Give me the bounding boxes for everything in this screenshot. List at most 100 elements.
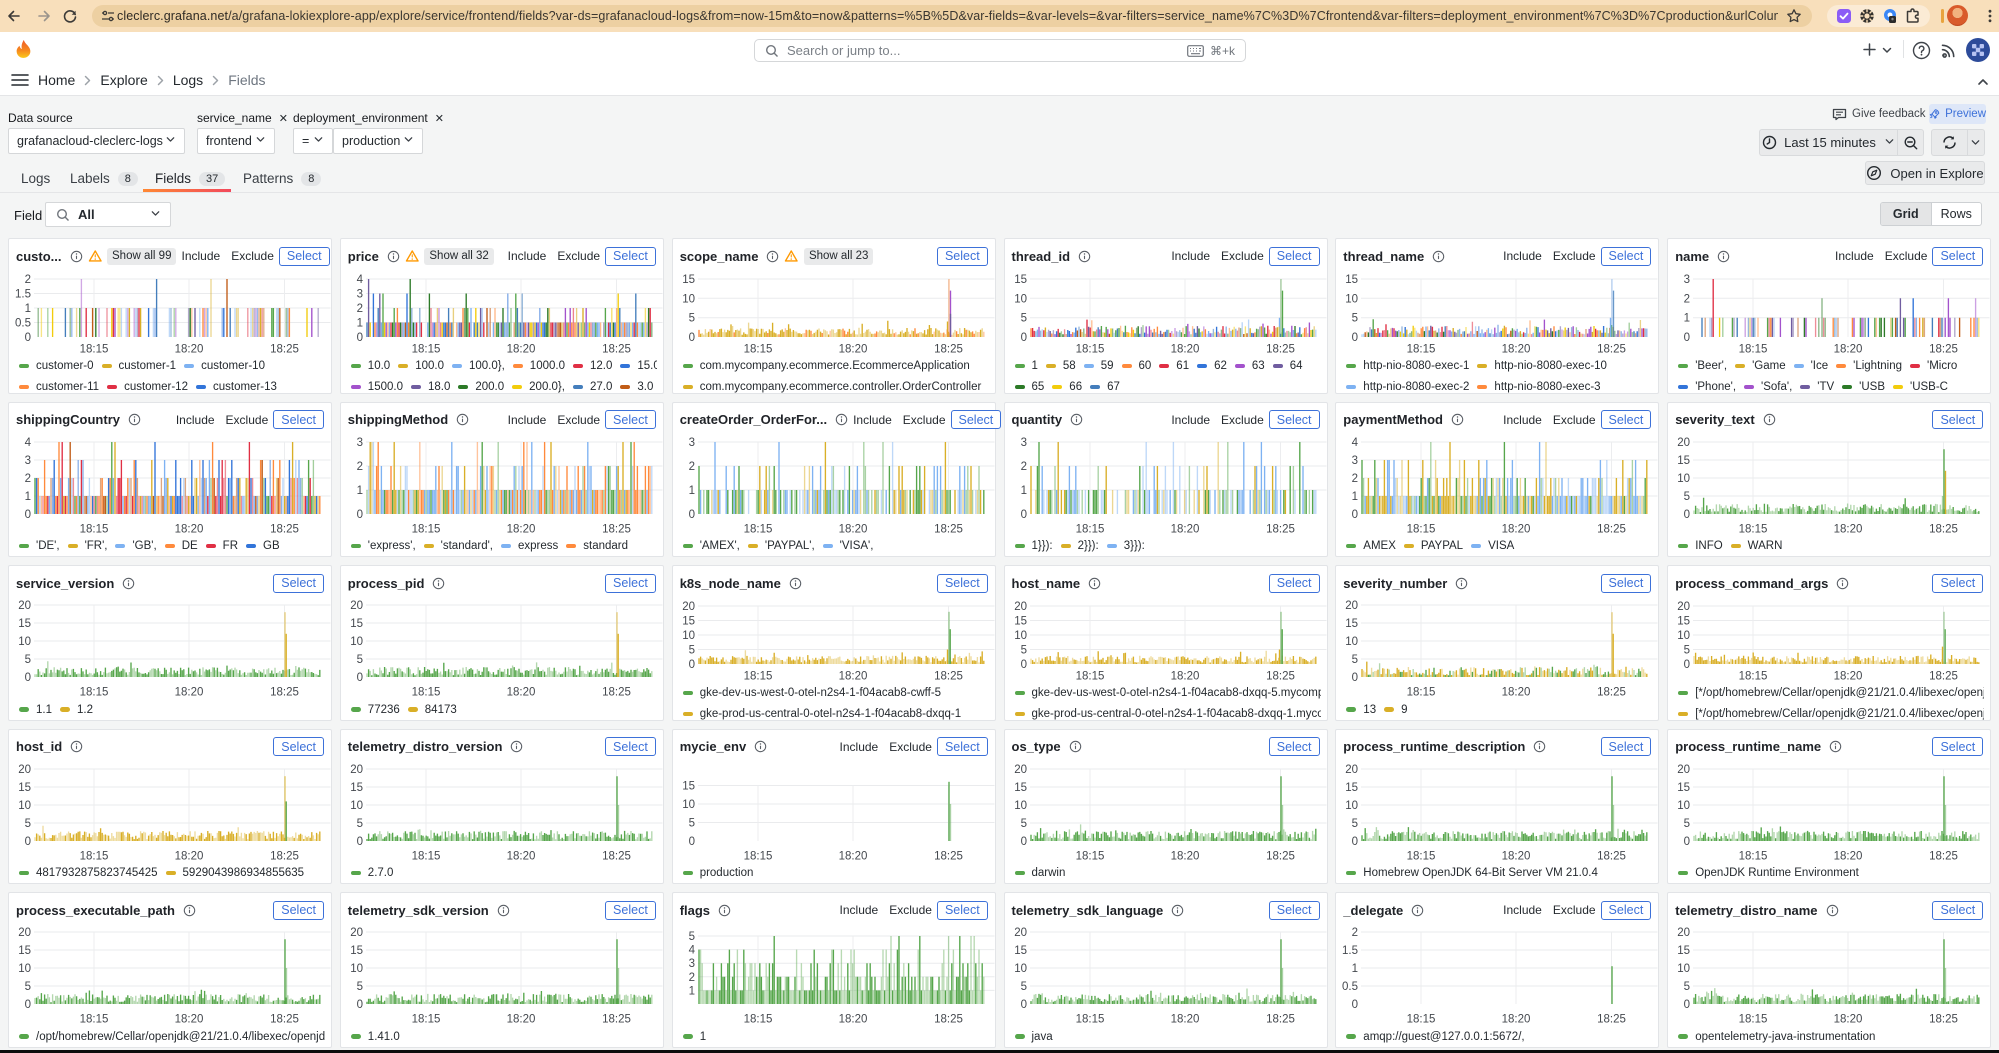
svg-text:0: 0 bbox=[25, 672, 31, 684]
svg-text:5: 5 bbox=[356, 981, 362, 993]
svg-text:0: 0 bbox=[356, 999, 362, 1011]
svg-text:20: 20 bbox=[350, 600, 363, 612]
svg-text:18:25: 18:25 bbox=[1266, 850, 1295, 862]
svg-text:18:25: 18:25 bbox=[1266, 671, 1295, 683]
svg-text:15: 15 bbox=[1346, 274, 1359, 286]
svg-text:18:15: 18:15 bbox=[743, 850, 772, 862]
svg-text:2: 2 bbox=[1020, 461, 1026, 473]
svg-text:10: 10 bbox=[1014, 800, 1027, 812]
svg-text:20: 20 bbox=[682, 601, 695, 613]
svg-text:18:20: 18:20 bbox=[175, 850, 204, 862]
svg-text:3: 3 bbox=[1684, 274, 1690, 286]
svg-text:5: 5 bbox=[1352, 818, 1358, 830]
svg-text:18:20: 18:20 bbox=[1170, 523, 1199, 535]
svg-text:3: 3 bbox=[1352, 455, 1358, 467]
svg-text:18:20: 18:20 bbox=[838, 344, 867, 356]
svg-text:18:15: 18:15 bbox=[411, 523, 440, 535]
svg-text:10: 10 bbox=[1677, 800, 1690, 812]
svg-text:18:15: 18:15 bbox=[1075, 344, 1104, 356]
svg-text:1: 1 bbox=[1020, 485, 1026, 497]
svg-text:0: 0 bbox=[1352, 509, 1358, 521]
svg-text:20: 20 bbox=[1677, 764, 1690, 776]
svg-text:1: 1 bbox=[1352, 491, 1358, 503]
svg-text:0: 0 bbox=[356, 509, 362, 521]
svg-text:20: 20 bbox=[1014, 601, 1027, 613]
svg-text:2: 2 bbox=[356, 303, 362, 315]
svg-text:18:25: 18:25 bbox=[270, 687, 299, 699]
svg-text:18:25: 18:25 bbox=[602, 1014, 631, 1026]
svg-text:15: 15 bbox=[1346, 618, 1359, 630]
svg-text:18:25: 18:25 bbox=[934, 850, 963, 862]
svg-text:18:20: 18:20 bbox=[1502, 523, 1531, 535]
svg-text:18:15: 18:15 bbox=[411, 344, 440, 356]
svg-text:0: 0 bbox=[356, 332, 362, 344]
svg-text:0: 0 bbox=[1684, 999, 1690, 1011]
svg-text:15: 15 bbox=[1677, 782, 1690, 794]
svg-text:0: 0 bbox=[1020, 836, 1026, 848]
svg-text:2: 2 bbox=[25, 274, 31, 286]
svg-text:18:20: 18:20 bbox=[838, 671, 867, 683]
svg-text:18:20: 18:20 bbox=[1834, 671, 1863, 683]
svg-text:18:25: 18:25 bbox=[934, 671, 963, 683]
svg-text:18:15: 18:15 bbox=[1075, 523, 1104, 535]
svg-text:10: 10 bbox=[350, 800, 363, 812]
svg-text:18:25: 18:25 bbox=[1929, 850, 1958, 862]
svg-text:5: 5 bbox=[25, 654, 31, 666]
svg-text:18:25: 18:25 bbox=[1929, 523, 1958, 535]
svg-text:0: 0 bbox=[356, 672, 362, 684]
svg-text:18:25: 18:25 bbox=[1597, 687, 1626, 699]
svg-text:3: 3 bbox=[25, 455, 31, 467]
svg-text:0: 0 bbox=[25, 332, 31, 344]
svg-text:18:20: 18:20 bbox=[838, 850, 867, 862]
svg-text:18:15: 18:15 bbox=[80, 1014, 109, 1026]
svg-text:0: 0 bbox=[1684, 836, 1690, 848]
svg-text:18:20: 18:20 bbox=[1170, 671, 1199, 683]
svg-text:1: 1 bbox=[1352, 963, 1358, 975]
svg-text:18:15: 18:15 bbox=[1407, 687, 1436, 699]
svg-text:1.5: 1.5 bbox=[15, 289, 31, 301]
svg-text:15: 15 bbox=[1014, 616, 1027, 628]
svg-text:18:25: 18:25 bbox=[1929, 344, 1958, 356]
svg-text:5: 5 bbox=[1684, 491, 1690, 503]
svg-text:4: 4 bbox=[25, 437, 32, 449]
svg-text:18:25: 18:25 bbox=[270, 344, 299, 356]
svg-text:15: 15 bbox=[18, 782, 31, 794]
svg-text:10: 10 bbox=[350, 636, 363, 648]
svg-text:10: 10 bbox=[18, 963, 31, 975]
svg-text:5: 5 bbox=[1684, 645, 1690, 657]
svg-text:15: 15 bbox=[1014, 274, 1027, 286]
svg-text:20: 20 bbox=[18, 764, 31, 776]
svg-text:0: 0 bbox=[1684, 659, 1690, 671]
svg-text:0: 0 bbox=[25, 509, 31, 521]
svg-text:0: 0 bbox=[1020, 659, 1026, 671]
svg-text:18:25: 18:25 bbox=[270, 523, 299, 535]
svg-text:3: 3 bbox=[1020, 437, 1026, 449]
svg-text:10: 10 bbox=[682, 293, 695, 305]
svg-text:4: 4 bbox=[688, 945, 695, 957]
svg-text:2: 2 bbox=[1352, 927, 1358, 939]
svg-text:5: 5 bbox=[1352, 313, 1358, 325]
svg-text:1: 1 bbox=[25, 303, 31, 315]
svg-text:20: 20 bbox=[350, 927, 363, 939]
svg-text:18:25: 18:25 bbox=[1266, 344, 1295, 356]
svg-text:18:15: 18:15 bbox=[1075, 850, 1104, 862]
svg-text:10: 10 bbox=[1014, 630, 1027, 642]
svg-text:18:25: 18:25 bbox=[270, 850, 299, 862]
svg-text:18:25: 18:25 bbox=[934, 344, 963, 356]
svg-text:18:20: 18:20 bbox=[506, 344, 535, 356]
svg-text:18:15: 18:15 bbox=[411, 850, 440, 862]
svg-text:5: 5 bbox=[688, 645, 694, 657]
svg-text:18:20: 18:20 bbox=[1502, 1014, 1531, 1026]
svg-text:18:25: 18:25 bbox=[934, 523, 963, 535]
svg-text:18:15: 18:15 bbox=[80, 687, 109, 699]
svg-text:15: 15 bbox=[682, 274, 695, 286]
svg-text:10: 10 bbox=[1014, 963, 1027, 975]
svg-text:10: 10 bbox=[682, 799, 695, 811]
svg-text:0: 0 bbox=[1352, 836, 1358, 848]
svg-text:18:25: 18:25 bbox=[1266, 1014, 1295, 1026]
svg-text:10: 10 bbox=[682, 630, 695, 642]
svg-text:18:20: 18:20 bbox=[1834, 344, 1863, 356]
svg-text:18:20: 18:20 bbox=[1502, 344, 1531, 356]
svg-text:18:15: 18:15 bbox=[1407, 1014, 1436, 1026]
svg-text:10: 10 bbox=[1346, 293, 1359, 305]
